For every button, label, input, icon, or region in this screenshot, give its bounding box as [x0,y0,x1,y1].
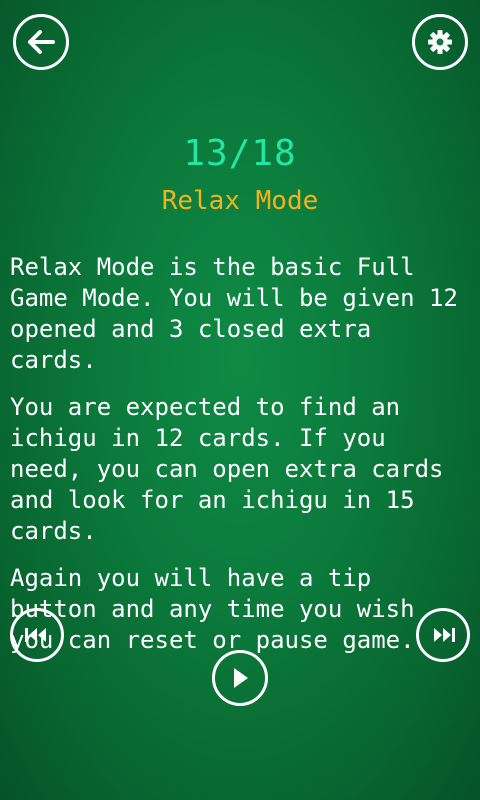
gear-icon [428,30,452,54]
play-icon [234,668,248,688]
skip-previous-icon [25,628,46,642]
play-button[interactable] [212,650,268,706]
skip-next-icon [434,628,455,642]
back-button[interactable] [13,14,69,70]
paragraph-3: Again you will have a tip button and any… [10,564,415,654]
mode-title: Relax Mode [161,186,319,216]
paragraph-1: Relax Mode is the basic Full Game Mode. … [10,253,458,374]
settings-button[interactable] [412,14,468,70]
arrow-left-icon [28,30,55,54]
paragraph-2: You are expected to find an ichigu in 12… [10,393,444,545]
next-page-button[interactable] [416,608,470,662]
tutorial-text: Relax Mode is the basic Full Game Mode. … [10,252,472,672]
tutorial-progress: 13/18 [183,133,297,174]
previous-page-button[interactable] [10,608,64,662]
